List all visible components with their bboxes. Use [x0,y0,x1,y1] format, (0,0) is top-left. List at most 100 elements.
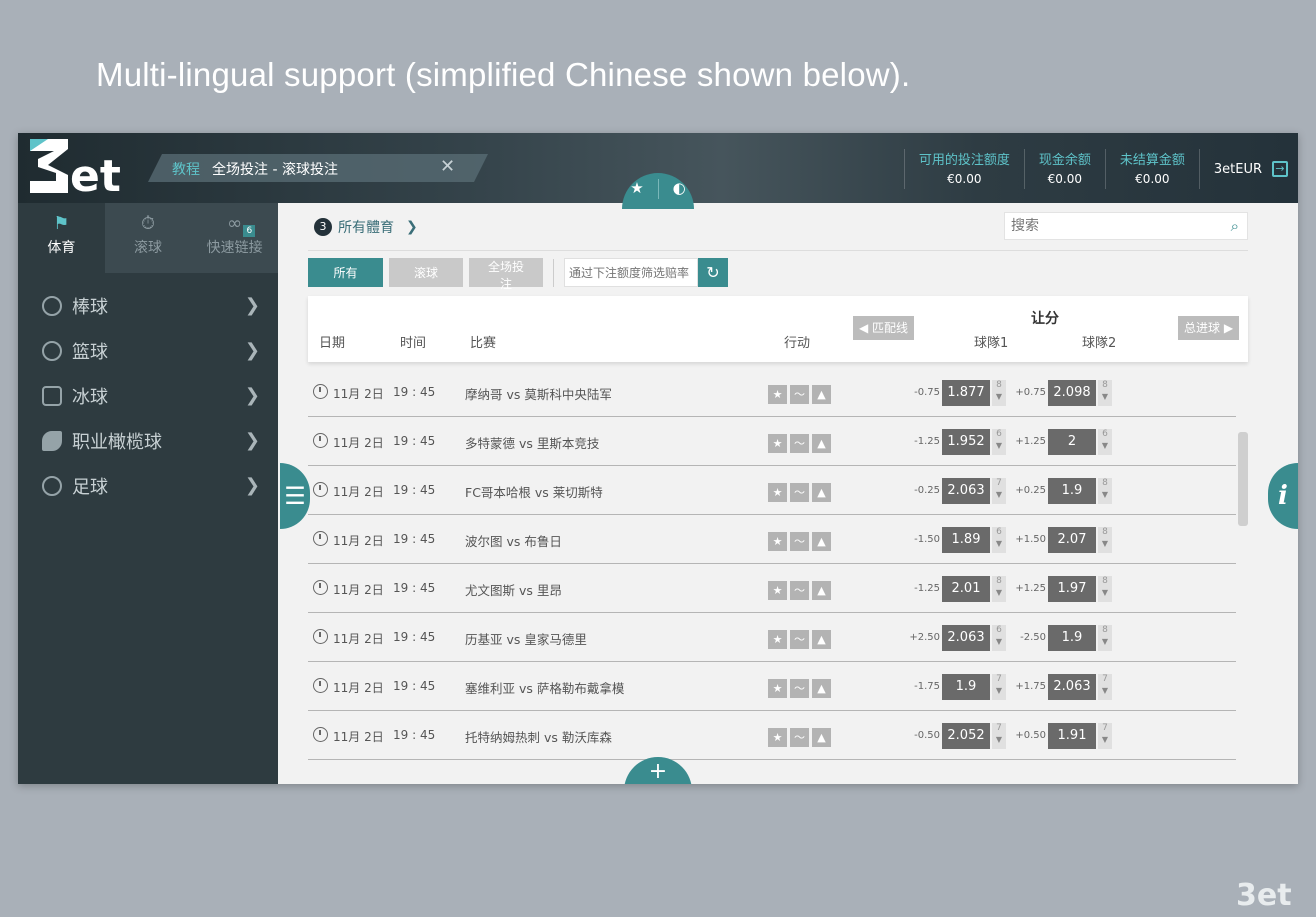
match-name[interactable]: 多特蒙德 vs 里斯本竞技 [465,433,599,452]
pie-chart-icon[interactable]: ◐ [673,181,686,196]
search-icon[interactable]: ⌕ [1231,217,1239,235]
odds-stepper[interactable]: 8 ▼ [1098,576,1112,602]
star-icon[interactable]: ★ [768,532,787,551]
sidebar-item-soccer[interactable]: 足球 ❯ [18,463,278,508]
username[interactable]: 3etEUR [1214,162,1262,177]
trend-icon[interactable]: 〜 [790,679,809,698]
odds-stepper[interactable]: 6 ▼ [1098,429,1112,455]
odds-stepper[interactable]: 7 ▼ [1098,723,1112,749]
star-icon[interactable]: ★ [768,679,787,698]
table-row[interactable]: 11月 2日 19 : 45 FC哥本哈根 vs 莱切斯特 ★ 〜 ▲ -0.25 2.063… [308,466,1236,515]
sidebar-item-football[interactable]: 职业橄榄球 ❯ [18,418,278,463]
match-name[interactable]: 塞维利亚 vs 萨格勒布戴拿模 [465,678,624,697]
search-input[interactable] [1005,213,1215,239]
bell-icon[interactable]: ▲ [812,532,831,551]
star-icon[interactable]: ★ [768,581,787,600]
trend-icon[interactable]: 〜 [790,532,809,551]
odds-stepper[interactable]: 7 ▼ [1098,674,1112,700]
match-name[interactable]: 托特纳姆热刺 vs 勒沃库森 [465,727,612,746]
trend-icon[interactable]: 〜 [790,581,809,600]
odds-team1-button[interactable]: 1.89 [942,527,990,553]
odds-stepper[interactable]: 8 ▼ [1098,380,1112,406]
odds-team1-button[interactable]: 2.063 [942,625,990,651]
star-icon[interactable]: ★ [630,181,643,196]
odds-stepper[interactable]: 7 ▼ [992,478,1006,504]
odds-stepper[interactable]: 6 ▼ [992,429,1006,455]
odds-team2-button[interactable]: 2.063 [1048,674,1096,700]
sidebar-item-basketball[interactable]: 篮球 ❯ [18,328,278,373]
star-icon[interactable]: ★ [768,483,787,502]
match-name[interactable]: 历基亚 vs 皇家马德里 [465,629,587,648]
table-row[interactable]: 11月 2日 19 : 45 塞维利亚 vs 萨格勒布戴拿模 ★ 〜 ▲ -1.75 1.9 7… [308,662,1236,711]
bell-icon[interactable]: ▲ [812,728,831,747]
odds-team2-button[interactable]: 2 [1048,429,1096,455]
breadcrumb-label[interactable]: 所有體育 [338,217,394,237]
sidebar-item-baseball[interactable]: 棒球 ❯ [18,283,278,328]
odds-stepper[interactable]: 8 ▼ [1098,527,1112,553]
breadcrumb[interactable]: 3 所有體育 ❯ [314,217,418,237]
odds-team2-button[interactable]: 1.9 [1048,625,1096,651]
odds-team2-button[interactable]: 2.07 [1048,527,1096,553]
bell-icon[interactable]: ▲ [812,679,831,698]
trend-icon[interactable]: 〜 [790,434,809,453]
bell-icon[interactable]: ▲ [812,630,831,649]
odds-team1-button[interactable]: 2.01 [942,576,990,602]
bell-icon[interactable]: ▲ [812,581,831,600]
odds-team1-button[interactable]: 2.063 [942,478,990,504]
sidebar-item-hockey[interactable]: 冰球 ❯ [18,373,278,418]
filter-all-button[interactable]: 所有 [308,258,383,287]
odds-team1-button[interactable]: 1.952 [942,429,990,455]
trend-icon[interactable]: 〜 [790,483,809,502]
table-row[interactable]: 11月 2日 19 : 45 托特纳姆热刺 vs 勒沃库森 ★ 〜 ▲ -0.50 2.052… [308,711,1236,760]
match-name[interactable]: 波尔图 vs 布鲁日 [465,531,562,550]
bell-icon[interactable]: ▲ [812,434,831,453]
tutorial-label[interactable]: 教程 [172,159,200,179]
odds-stepper[interactable]: 7 ▼ [992,674,1006,700]
odds-team1-button[interactable]: 1.877 [942,380,990,406]
tab-live[interactable]: ⏱ 滚球 [105,203,192,273]
filter-live-button[interactable]: 滚球 [389,258,463,287]
odds-stepper[interactable]: 6 ▼ [992,527,1006,553]
match-name[interactable]: 尤文图斯 vs 里昂 [465,580,562,599]
table-row[interactable]: 11月 2日 19 : 45 波尔图 vs 布鲁日 ★ 〜 ▲ -1.50 1.89 6 ▼ +1.… [308,515,1236,564]
bell-icon[interactable]: ▲ [812,483,831,502]
odds-team1-button[interactable]: 2.052 [942,723,990,749]
vertical-scrollbar[interactable] [1238,432,1248,526]
bell-icon[interactable]: ▲ [812,385,831,404]
odds-team2-button[interactable]: 1.91 [1048,723,1096,749]
odds-team1-button[interactable]: 1.9 [942,674,990,700]
odds-stepper[interactable]: 8 ▼ [1098,625,1112,651]
user-account[interactable]: 3etEUR → [1198,149,1298,189]
star-icon[interactable]: ★ [768,434,787,453]
star-icon[interactable]: ★ [768,385,787,404]
match-name[interactable]: 摩纳哥 vs 莫斯科中央陆军 [465,384,612,403]
match-name[interactable]: FC哥本哈根 vs 莱切斯特 [465,482,603,501]
odds-stepper[interactable]: 8 ▼ [992,576,1006,602]
add-button[interactable]: + [624,757,692,784]
refresh-icon[interactable]: ↻ [698,258,728,287]
logout-icon[interactable]: → [1272,161,1288,177]
odds-stepper[interactable]: 7 ▼ [992,723,1006,749]
table-row[interactable]: 11月 2日 19 : 45 多特蒙德 vs 里斯本竞技 ★ 〜 ▲ -1.25 1.952 6… [308,417,1236,466]
trend-icon[interactable]: 〜 [790,728,809,747]
table-row[interactable]: 11月 2日 19 : 45 尤文图斯 vs 里昂 ★ 〜 ▲ -1.25 2.01 8 ▼ +1.… [308,564,1236,613]
prev-market-button[interactable]: ◀ 匹配线 [853,316,915,340]
star-icon[interactable]: ★ [768,728,787,747]
tab-quick-links[interactable]: ∞ 6 快速链接 [191,203,278,273]
odds-team2-button[interactable]: 1.97 [1048,576,1096,602]
tab-sports[interactable]: ⚑ 体育 [18,203,105,273]
next-market-button[interactable]: 总进球 ▶ [1178,316,1240,340]
trend-icon[interactable]: 〜 [790,630,809,649]
odds-stepper[interactable]: 8 ▼ [1098,478,1112,504]
trend-icon[interactable]: 〜 [790,385,809,404]
table-row[interactable]: 11月 2日 19 : 45 历基亚 vs 皇家马德里 ★ 〜 ▲ +2.50 2.063 6 ▼… [308,613,1236,662]
close-icon[interactable]: ✕ [440,156,455,177]
odds-stepper[interactable]: 8 ▼ [992,380,1006,406]
odds-team2-button[interactable]: 2.098 [1048,380,1096,406]
table-row[interactable]: 11月 2日 19 : 45 摩纳哥 vs 莫斯科中央陆军 ★ 〜 ▲ -0.75 1.877… [308,368,1236,417]
brand-logo[interactable]: et [28,137,134,197]
filter-fulltime-button[interactable]: 全场投注 [469,258,543,291]
odds-team2-button[interactable]: 1.9 [1048,478,1096,504]
star-icon[interactable]: ★ [768,630,787,649]
odds-stepper[interactable]: 6 ▼ [992,625,1006,651]
